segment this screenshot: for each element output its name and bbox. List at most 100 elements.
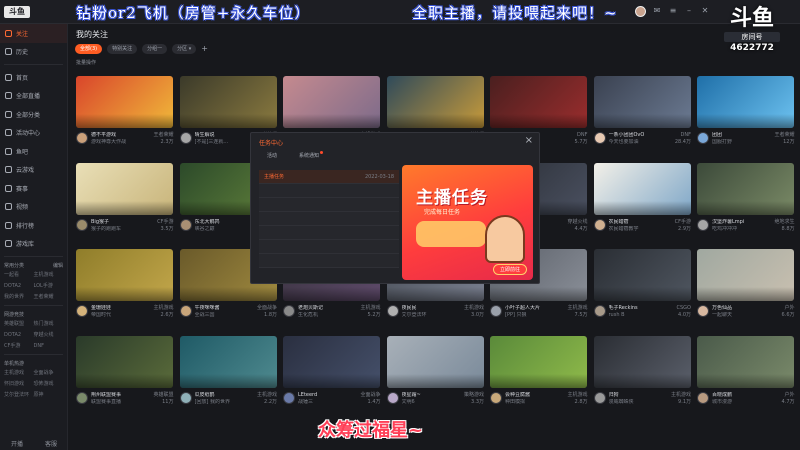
category-link[interactable]: 艾尔登法环 (4, 391, 34, 400)
stream-thumbnail[interactable] (179, 76, 277, 128)
category-link[interactable]: LOL手游 (34, 282, 64, 291)
streamer-avatar[interactable] (386, 305, 399, 317)
streamer-avatar[interactable] (697, 132, 709, 144)
streamer-avatar[interactable] (593, 305, 606, 317)
filter-chip[interactable]: 分组一 (142, 44, 168, 54)
streamer-name[interactable]: 万色仙品 (712, 305, 732, 312)
category-link[interactable]: 热门游戏 (34, 320, 64, 329)
stream-category[interactable]: CF手游 (675, 219, 691, 226)
stream-category[interactable]: 全面战争 (257, 305, 277, 312)
streamer-name[interactable]: 会种豆腐酱 (505, 392, 530, 399)
task-list-item[interactable] (259, 198, 399, 212)
stream-thumbnail[interactable] (283, 76, 380, 128)
streamer-avatar[interactable] (76, 391, 88, 404)
streamer-avatar[interactable] (76, 132, 88, 144)
streamer-name[interactable]: 金珊娃娃 (91, 305, 111, 312)
sidebar-item[interactable]: 历史 (0, 43, 67, 62)
stream-category[interactable]: DNF (681, 132, 691, 139)
streamer-avatar[interactable] (179, 218, 192, 231)
stream-thumbnail[interactable] (386, 76, 484, 128)
stream-category[interactable]: 绝地求生 (774, 219, 794, 226)
streamer-name[interactable]: 一条小团团OvO (609, 132, 645, 139)
stream-card[interactable]: LEteerd 全面战争 战锤三 1.4万 (280, 335, 384, 423)
stream-card[interactable]: 毛子Reckins CSGO rush B 4.0万 (591, 249, 695, 336)
streamer-name[interactable]: 夜星霜~ (402, 392, 421, 399)
category-link[interactable]: CF手游 (4, 342, 34, 351)
streamer-name[interactable]: 晴生解说 (195, 132, 215, 139)
batch-operation-link[interactable]: 批量操作 (76, 59, 96, 66)
tab-activity[interactable]: 活动 (267, 152, 277, 159)
stream-thumbnail[interactable] (179, 335, 277, 388)
stream-thumbnail[interactable] (593, 335, 691, 388)
sidebar-item[interactable]: 首页 (0, 68, 67, 87)
stream-category[interactable]: 全面战争 (360, 392, 380, 399)
tab-system-notice[interactable]: 系统通知 (299, 151, 324, 159)
user-avatar[interactable] (635, 6, 646, 17)
stream-category[interactable]: CSGO (677, 305, 691, 312)
stream-thumbnail[interactable] (76, 335, 173, 388)
streamer-avatar[interactable] (697, 391, 709, 404)
app-logo[interactable]: 斗鱼 (4, 6, 30, 18)
streamer-avatar[interactable] (179, 391, 192, 404)
streamer-avatar[interactable] (490, 305, 502, 317)
stream-category[interactable]: 主机游戏 (257, 392, 277, 399)
filter-chip[interactable]: 分区 ▾ (172, 44, 197, 54)
stream-card[interactable]: 德不平游戏 王者荣耀 游戏神尊大作战 2.3万 (73, 76, 177, 163)
stream-category[interactable]: 主机游戏 (567, 392, 587, 399)
stream-card[interactable]: 会种豆腐酱 主机游戏 种田模拟 2.8万 (487, 335, 591, 423)
streamer-name[interactable]: 汉堡炸薯Lmpi (712, 219, 744, 226)
stream-category[interactable]: CF手游 (157, 219, 173, 226)
stream-category[interactable]: 英雄联盟 (153, 392, 173, 399)
stream-category[interactable]: 主机游戏 (567, 305, 587, 312)
category-link[interactable]: 全面战争 (34, 369, 64, 378)
task-list-item[interactable] (259, 240, 399, 254)
streamer-avatar[interactable] (697, 218, 709, 231)
sidebar-item[interactable]: 游戏库 (0, 235, 67, 254)
stream-thumbnail[interactable] (76, 76, 173, 128)
category-link[interactable]: 穿越火线 (34, 331, 64, 340)
stream-category[interactable]: 王者荣耀 (774, 132, 794, 139)
stream-category[interactable]: 策略游戏 (464, 392, 484, 399)
stream-thumbnail[interactable] (386, 335, 484, 388)
stream-category[interactable]: DNF (577, 132, 587, 139)
streamer-name[interactable]: 老炮贝斯记 (298, 305, 323, 312)
category-link[interactable]: DOTA2 (4, 331, 34, 340)
task-list-item[interactable] (259, 226, 399, 240)
streamer-avatar[interactable] (179, 305, 192, 317)
category-link[interactable]: 我的世界 (4, 293, 34, 302)
close-icon[interactable]: × (525, 135, 533, 146)
stream-thumbnail[interactable] (697, 162, 794, 215)
streamer-name[interactable]: 农民蜡蓿 (609, 219, 629, 226)
filter-chip[interactable]: 特别关注 (107, 44, 138, 54)
stream-card[interactable]: 夜星霜~ 策略游戏 文明6 3.3万 (384, 335, 488, 423)
category-link[interactable]: 恐怖游戏 (34, 380, 64, 389)
task-promo-banner[interactable]: 主播任务 完成每日任务 立即前往 (402, 165, 533, 280)
category-link[interactable]: DOTA2 (4, 282, 34, 291)
stream-card[interactable]: 瓜皮纸鹤 主机游戏 [回放] 我的世界 2.2万 (177, 335, 281, 423)
sidebar-item[interactable]: 云游戏 (0, 161, 67, 180)
stream-thumbnail[interactable] (593, 76, 691, 128)
task-list-item[interactable] (259, 184, 399, 198)
sidebar-item[interactable]: 全部分类 (0, 105, 67, 124)
stream-card[interactable]: 一条小团团OvO DNF 今天也要加油 28.4万 (591, 76, 695, 163)
streamer-name[interactable]: Big猴子 (91, 219, 109, 226)
stream-card[interactable]: 归狗 主机游戏 漫威蜘蛛侠 9.1万 (591, 335, 695, 423)
streamer-name[interactable]: 归狗 (609, 392, 619, 399)
category-link[interactable]: 一起看 (4, 271, 34, 280)
streamer-avatar[interactable] (593, 391, 606, 404)
task-list-item[interactable] (259, 212, 399, 226)
stream-card[interactable]: Big猴子 CF手游 猴子的跑跑车 3.5万 (73, 162, 177, 250)
streamer-name[interactable]: 荆州联盟赛事 (91, 392, 121, 399)
streamer-avatar[interactable] (283, 305, 295, 317)
stream-thumbnail[interactable] (697, 335, 794, 388)
streamer-name[interactable]: 团团 (712, 132, 722, 139)
sidebar-item[interactable]: 赛事 (0, 179, 67, 198)
category-link[interactable]: 主机游戏 (4, 369, 34, 378)
sidebar-item[interactable]: 排行榜 (0, 216, 67, 235)
stream-card[interactable]: 农民蜡蓿 CF手游 农民蜡蓿教学 2.9万 (591, 162, 695, 250)
category-link[interactable]: 主机游戏 (34, 271, 64, 280)
stream-thumbnail[interactable] (490, 335, 587, 388)
sidebar-item[interactable]: 视频 (0, 198, 67, 217)
stream-card[interactable]: 百晓成鹏 户外 城市漫游 4.7万 (694, 335, 798, 423)
sidebar-item[interactable]: 鱼吧 (0, 142, 67, 161)
